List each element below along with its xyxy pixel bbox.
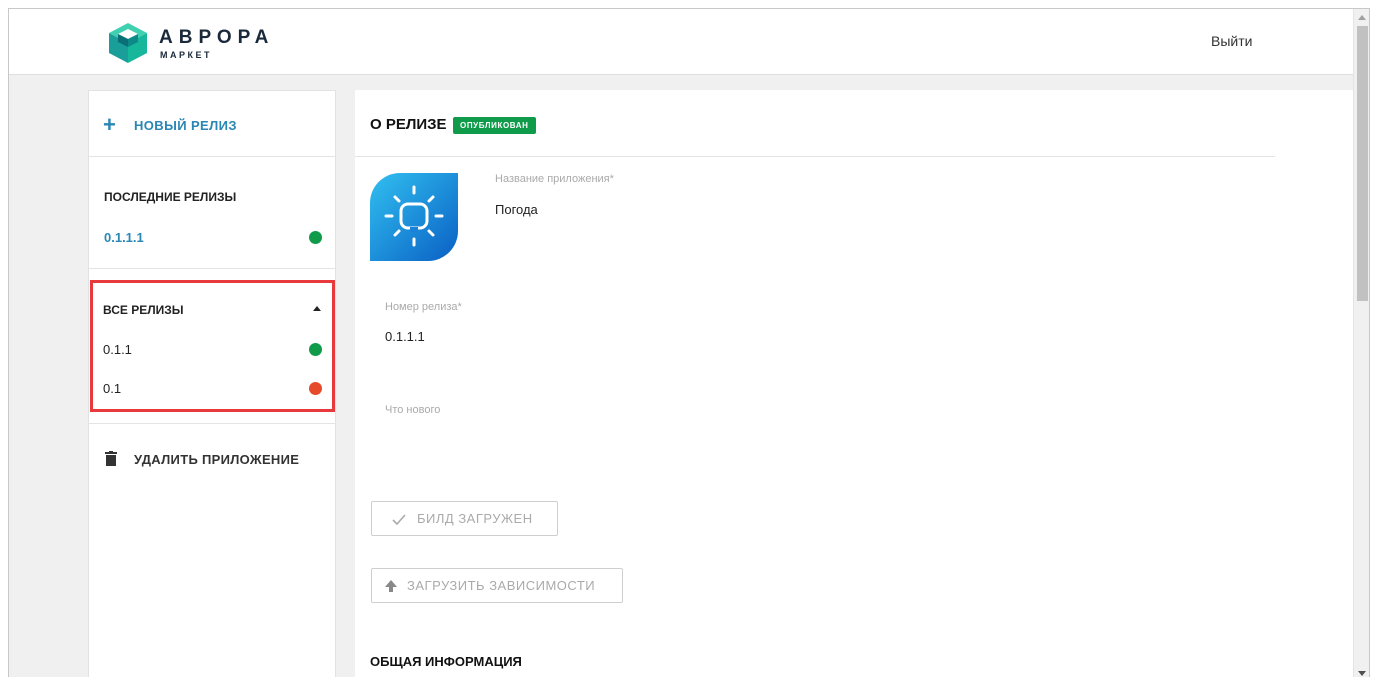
plus-icon: + — [103, 112, 116, 137]
upload-dependencies-label: ЗАГРУЗИТЬ ЗАВИСИМОСТИ — [407, 578, 596, 593]
section-divider — [355, 156, 1275, 157]
whats-new-label: Что нового — [385, 404, 441, 416]
top-header: АВРОРА МАРКЕТ Выйти — [9, 9, 1353, 75]
recent-release-item[interactable]: 0.1.1.1 — [104, 230, 144, 245]
scroll-down-arrow-icon[interactable] — [1358, 671, 1366, 676]
delete-app-section: УДАЛИТЬ ПРИЛОЖЕНИЕ — [89, 423, 335, 677]
upload-arrow-icon — [385, 579, 397, 592]
release-item[interactable]: 0.1 — [103, 381, 121, 396]
recent-releases-section: ПОСЛЕДНИЕ РЕЛИЗЫ 0.1.1.1 — [89, 157, 335, 269]
check-icon — [392, 513, 406, 525]
logo-cube-icon — [109, 23, 147, 63]
release-item[interactable]: 0.1.1 — [103, 342, 132, 357]
scroll-up-arrow-icon[interactable] — [1358, 15, 1366, 20]
brand-logo[interactable]: АВРОРА МАРКЕТ — [107, 21, 307, 67]
logout-link[interactable]: Выйти — [1211, 33, 1252, 49]
brand-subtitle: МАРКЕТ — [160, 50, 212, 60]
brand-title: АВРОРА — [159, 27, 275, 48]
scroll-thumb[interactable] — [1357, 26, 1368, 301]
build-uploaded-label: БИЛД ЗАГРУЖЕН — [417, 511, 533, 526]
new-release-button[interactable]: + НОВЫЙ РЕЛИЗ — [89, 91, 335, 157]
published-status-dot — [309, 231, 322, 244]
build-uploaded-button[interactable]: БИЛД ЗАГРУЖЕН — [371, 501, 558, 536]
general-info-title: ОБЩАЯ ИНФОРМАЦИЯ — [370, 654, 522, 669]
all-releases-section: ВСЕ РЕЛИЗЫ 0.1.1 0.1 — [89, 281, 335, 421]
trash-icon — [105, 451, 117, 466]
published-status-dot — [309, 343, 322, 356]
release-number-field[interactable]: 0.1.1.1 — [385, 329, 425, 344]
browser-frame: АВРОРА МАРКЕТ Выйти + НОВЫЙ РЕЛИЗ ПОСЛЕД… — [8, 8, 1370, 677]
page-scrollbar[interactable] — [1353, 9, 1369, 677]
release-number-label: Номер релиза* — [385, 301, 462, 313]
app-name-field[interactable]: Погода — [495, 202, 538, 217]
app-weather-icon — [370, 173, 458, 261]
all-releases-toggle[interactable]: ВСЕ РЕЛИЗЫ — [103, 303, 184, 317]
recent-releases-title: ПОСЛЕДНИЕ РЕЛИЗЫ — [104, 190, 237, 204]
release-details-panel: О РЕЛИЗЕ ОПУБЛИКОВАН Название приложения… — [355, 90, 1353, 677]
app-name-label: Название приложения* — [495, 173, 614, 185]
new-release-label: НОВЫЙ РЕЛИЗ — [134, 118, 237, 133]
release-sidebar: + НОВЫЙ РЕЛИЗ ПОСЛЕДНИЕ РЕЛИЗЫ 0.1.1.1 В… — [88, 90, 336, 677]
caret-up-icon[interactable] — [313, 306, 321, 311]
delete-app-button[interactable]: УДАЛИТЬ ПРИЛОЖЕНИЕ — [134, 452, 299, 467]
upload-dependencies-button[interactable]: ЗАГРУЗИТЬ ЗАВИСИМОСТИ — [371, 568, 623, 603]
page-title: О РЕЛИЗЕ — [370, 116, 447, 133]
error-status-dot — [309, 382, 322, 395]
status-badge: ОПУБЛИКОВАН — [453, 117, 536, 134]
